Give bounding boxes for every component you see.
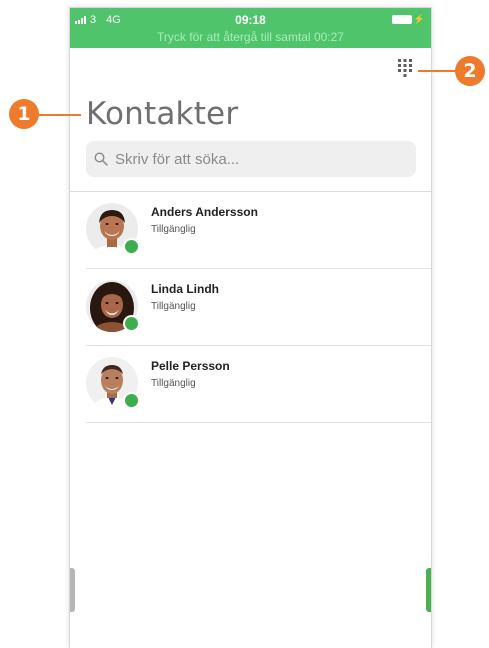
page-title: Kontakter [86, 96, 239, 132]
online-status-dot [123, 392, 140, 409]
return-to-call-text[interactable]: Tryck för att återgå till samtal 00:27 [70, 30, 431, 44]
call-status-bar[interactable]: 3 4G 09:18 ⚡ Tryck för att återgå till s… [70, 8, 431, 48]
callout-badge-dialpad: 2 [455, 56, 485, 86]
online-status-dot [123, 315, 140, 332]
right-drawer-handle[interactable] [426, 568, 431, 612]
contact-status: Tillgänglig [151, 224, 196, 235]
battery-indicator: ⚡ [391, 14, 425, 24]
search-bar[interactable] [86, 141, 416, 177]
contact-name: Linda Lindh [151, 282, 219, 296]
callout-badge-title: 1 [9, 99, 39, 129]
clock: 09:18 [235, 13, 266, 27]
contact-row[interactable]: Linda Lindh Tillgänglig [86, 269, 431, 346]
contact-list: Anders Andersson Tillgänglig Linda Lindh… [70, 192, 431, 423]
left-drawer-handle[interactable] [70, 568, 75, 612]
contact-name: Pelle Persson [151, 359, 230, 373]
contact-name: Anders Andersson [151, 205, 258, 219]
callout-line-dialpad [418, 70, 456, 72]
phone-screen: 3 4G 09:18 ⚡ Tryck för att återgå till s… [70, 8, 431, 648]
battery-icon [391, 15, 412, 24]
callout-line-title [39, 114, 81, 116]
search-icon [94, 152, 108, 166]
dialpad-icon[interactable] [397, 58, 413, 78]
charging-icon: ⚡ [413, 14, 425, 24]
contact-row[interactable]: Anders Andersson Tillgänglig [86, 192, 431, 269]
contact-status: Tillgänglig [151, 378, 196, 389]
contact-row[interactable]: Pelle Persson Tillgänglig [86, 346, 431, 423]
contact-status: Tillgänglig [151, 301, 196, 312]
search-input[interactable] [113, 149, 407, 169]
screenshot-canvas: 3 4G 09:18 ⚡ Tryck för att återgå till s… [0, 0, 489, 648]
online-status-dot [123, 238, 140, 255]
